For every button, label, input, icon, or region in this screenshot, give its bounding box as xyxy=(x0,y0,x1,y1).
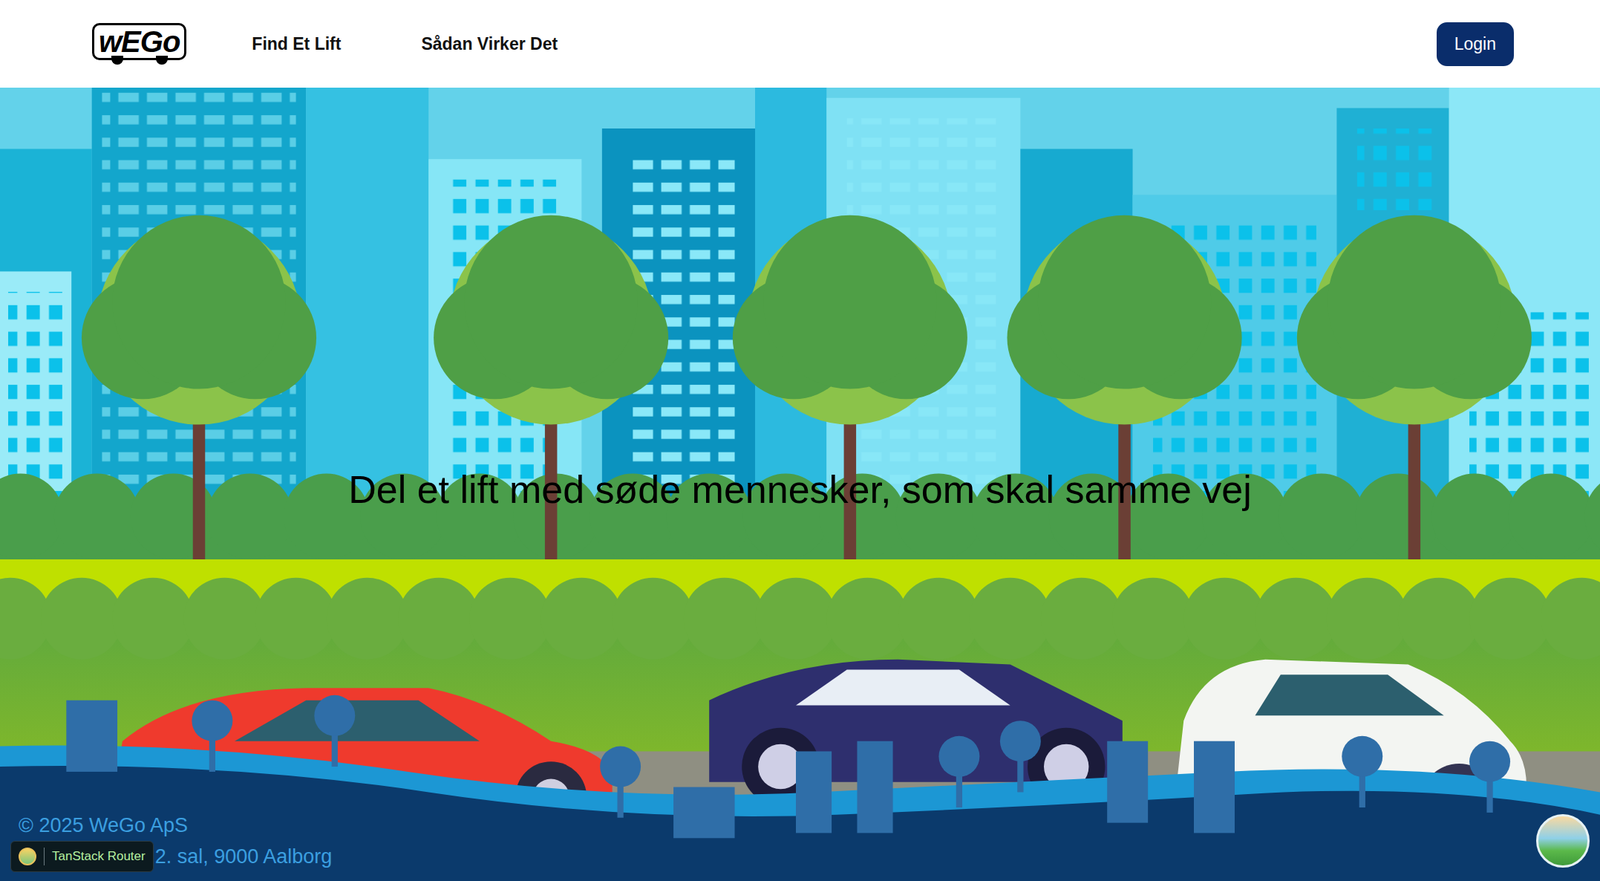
tanstack-logo-icon xyxy=(18,847,37,865)
logo[interactable]: wEGo xyxy=(92,23,187,65)
devtools-badge[interactable]: TanStack Router xyxy=(10,840,154,872)
wheel-icon xyxy=(111,55,124,65)
wheel-icon xyxy=(155,55,168,65)
login-button[interactable]: Login xyxy=(1436,22,1514,67)
footer: © 2025 WeGo ApS TanStack Router 2. sal, 90… xyxy=(0,809,1600,881)
address: 2. sal, 9000 Aalborg xyxy=(155,840,333,872)
logo-wheels-icon xyxy=(111,55,168,65)
copyright: © 2025 WeGo ApS xyxy=(10,809,1600,841)
tagline-area: Del et lift med søde mennesker, som skal… xyxy=(0,87,1600,810)
footer-row: TanStack Router 2. sal, 9000 Aalborg xyxy=(10,840,1600,872)
hero: Del et lift med søde mennesker, som skal… xyxy=(0,87,1600,881)
divider xyxy=(43,847,45,865)
nav-link[interactable]: Find Et Lift xyxy=(251,31,341,58)
logo-text[interactable]: wEGo xyxy=(92,23,187,61)
main-nav: Find Et Lift Sådan Virker Det xyxy=(251,31,558,58)
top-bar: wEGo Find Et Lift Sådan Virker Det Login xyxy=(0,0,1600,88)
devtools-label[interactable]: TanStack Router xyxy=(51,848,146,864)
nav-link[interactable]: Sådan Virker Det xyxy=(420,31,558,58)
tagline: Del et lift med søde mennesker, som skal… xyxy=(348,460,1252,519)
devtools-toggle-icon[interactable] xyxy=(1536,813,1590,868)
